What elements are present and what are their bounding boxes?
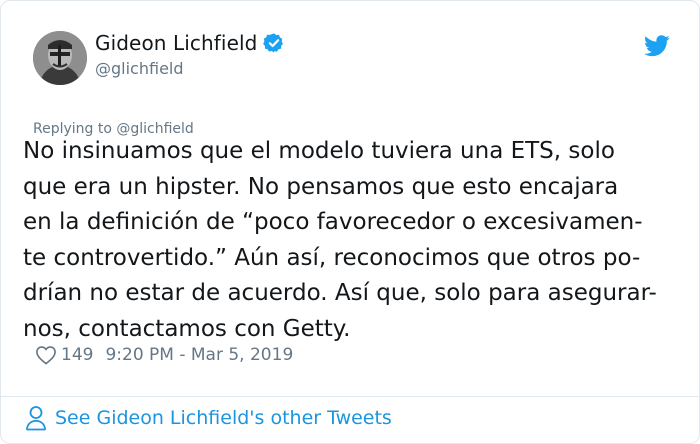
author-name[interactable]: Gideon Lichfield	[95, 31, 257, 55]
other-tweets-link[interactable]: See Gideon Lichfield's other Tweets	[25, 405, 392, 431]
like-count[interactable]: 149	[61, 345, 93, 365]
tweet-card: Gideon Lichfield @glichfield Replying to…	[0, 0, 700, 444]
person-icon	[26, 406, 46, 431]
timestamp[interactable]: 9:20 PM - Mar 5, 2019	[105, 345, 293, 365]
author-row: Gideon Lichfield	[95, 31, 285, 55]
verified-badge-icon	[263, 33, 284, 53]
twitter-bird-icon[interactable]	[644, 35, 670, 57]
avatar[interactable]	[33, 31, 87, 85]
other-tweets-label[interactable]: See Gideon Lichfield's other Tweets	[55, 407, 392, 429]
author-handle[interactable]: @glichfield	[95, 59, 184, 78]
tweet-meta: 149 9:20 PM - Mar 5, 2019	[35, 345, 293, 365]
tweet-header: Gideon Lichfield @glichfield	[33, 31, 673, 91]
tweet-text: No insinuamos que el modelo tuviera una …	[23, 138, 657, 342]
divider	[1, 396, 699, 397]
heart-icon[interactable]	[35, 345, 57, 365]
